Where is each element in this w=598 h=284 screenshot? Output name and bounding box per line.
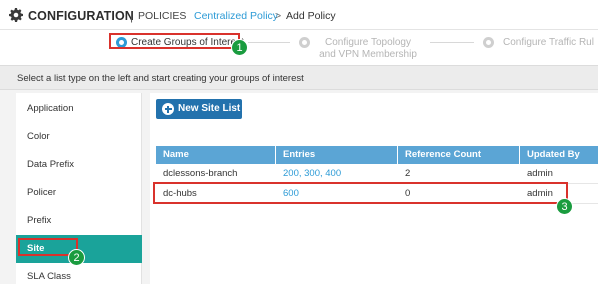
step-configure-traffic[interactable]: Configure Traffic Rul	[503, 37, 594, 48]
sidebar-item-sla-class[interactable]: SLA Class	[16, 263, 142, 284]
step-active-icon	[116, 37, 127, 48]
table-row[interactable]: dclessons-branch 200, 300, 400 2 admin	[156, 164, 598, 184]
list-panel: New Site List Name Entries Reference Cou…	[150, 93, 598, 284]
section-label: POLICIES	[138, 10, 187, 22]
step-inactive-icon	[483, 37, 494, 48]
column-header-updated-by[interactable]: Updated By	[520, 146, 598, 164]
instruction-text: Select a list type on the left and start…	[17, 73, 304, 84]
column-header-name[interactable]: Name	[156, 146, 276, 164]
column-header-entries[interactable]: Entries	[276, 146, 398, 164]
cell-entries[interactable]: 600	[276, 184, 398, 204]
table-row[interactable]: dc-hubs 600 0 admin	[156, 184, 598, 204]
sidebar-item-application[interactable]: Application	[16, 95, 142, 123]
cell-updated-by: admin	[527, 168, 553, 179]
wizard-steps: Create Groups of Interest Configure Topo…	[0, 30, 598, 65]
new-site-list-label: New Site List	[178, 103, 241, 114]
cell-reference-count: 2	[405, 168, 411, 179]
cell-name: dclessons-branch	[163, 168, 238, 179]
annotation-badge-2: 2	[68, 249, 85, 266]
cell-name: dc-hubs	[163, 188, 197, 199]
sidebar-item-policer[interactable]: Policer	[16, 179, 142, 207]
sidebar-item-data-prefix[interactable]: Data Prefix	[16, 151, 142, 179]
column-header-reference-count[interactable]: Reference Count	[398, 146, 520, 164]
new-site-list-button[interactable]: New Site List	[156, 99, 242, 119]
step-configure-topology[interactable]: Configure Topology and VPN Membership	[318, 37, 418, 61]
page-header: CONFIGURATION | POLICIES Centralized Pol…	[0, 0, 598, 30]
plus-icon	[162, 103, 174, 115]
step-connector	[248, 42, 290, 43]
annotation-badge-1: 1	[231, 39, 248, 56]
title-separator: |	[130, 9, 134, 23]
sidebar-item-color[interactable]: Color	[16, 123, 142, 151]
breadcrumb-current: Add Policy	[286, 10, 336, 22]
cell-entries[interactable]: 200, 300, 400	[276, 164, 398, 184]
step-connector	[430, 42, 474, 43]
annotation-badge-3: 3	[556, 198, 573, 215]
content-area: Application Color Data Prefix Policer Pr…	[0, 90, 598, 284]
page-title: CONFIGURATION	[28, 9, 134, 23]
gear-icon	[9, 8, 23, 22]
sidebar-item-prefix[interactable]: Prefix	[16, 207, 142, 235]
breadcrumb-arrow: >	[275, 10, 282, 22]
step-create-groups[interactable]: Create Groups of Interest	[131, 37, 244, 48]
cell-reference-count: 0	[405, 188, 411, 199]
table-header: Name Entries Reference Count Updated By	[156, 146, 598, 164]
instruction-bar: Select a list type on the left and start…	[0, 65, 598, 90]
breadcrumb-centralized-policy[interactable]: Centralized Policy	[194, 10, 278, 22]
step-inactive-icon	[299, 37, 310, 48]
